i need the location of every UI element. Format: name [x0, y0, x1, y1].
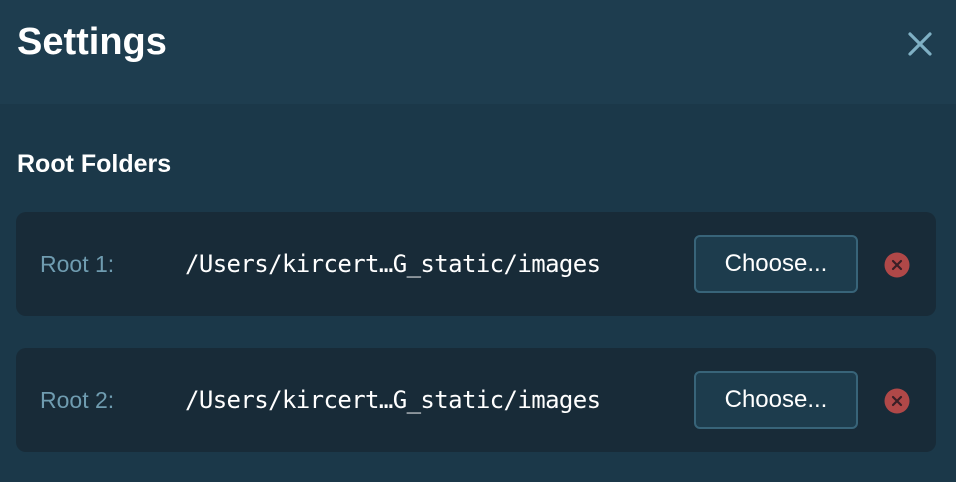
remove-circle-icon — [884, 252, 910, 278]
root-folders-heading: Root Folders — [17, 150, 172, 178]
close-icon — [908, 32, 932, 56]
root-folder-path: /Users/kircert…G_static/images — [185, 386, 601, 414]
remove-root-button[interactable] — [884, 388, 910, 414]
choose-button[interactable]: Choose... — [694, 235, 858, 293]
remove-circle-icon — [884, 388, 910, 414]
close-button[interactable] — [904, 28, 936, 60]
root-folder-label: Root 2: — [40, 387, 115, 413]
page-title: Settings — [17, 21, 167, 63]
root-folder-path: /Users/kircert…G_static/images — [185, 250, 601, 278]
remove-root-button[interactable] — [884, 252, 910, 278]
root-folder-row: Root 2: /Users/kircert…G_static/images C… — [16, 348, 936, 452]
root-folder-row: Root 1: /Users/kircert…G_static/images C… — [16, 212, 936, 316]
root-folder-label: Root 1: — [40, 251, 115, 277]
settings-header: Settings — [0, 0, 956, 104]
choose-button[interactable]: Choose... — [694, 371, 858, 429]
settings-window: Settings Root Folders Root 1: /Users/kir… — [0, 0, 956, 482]
